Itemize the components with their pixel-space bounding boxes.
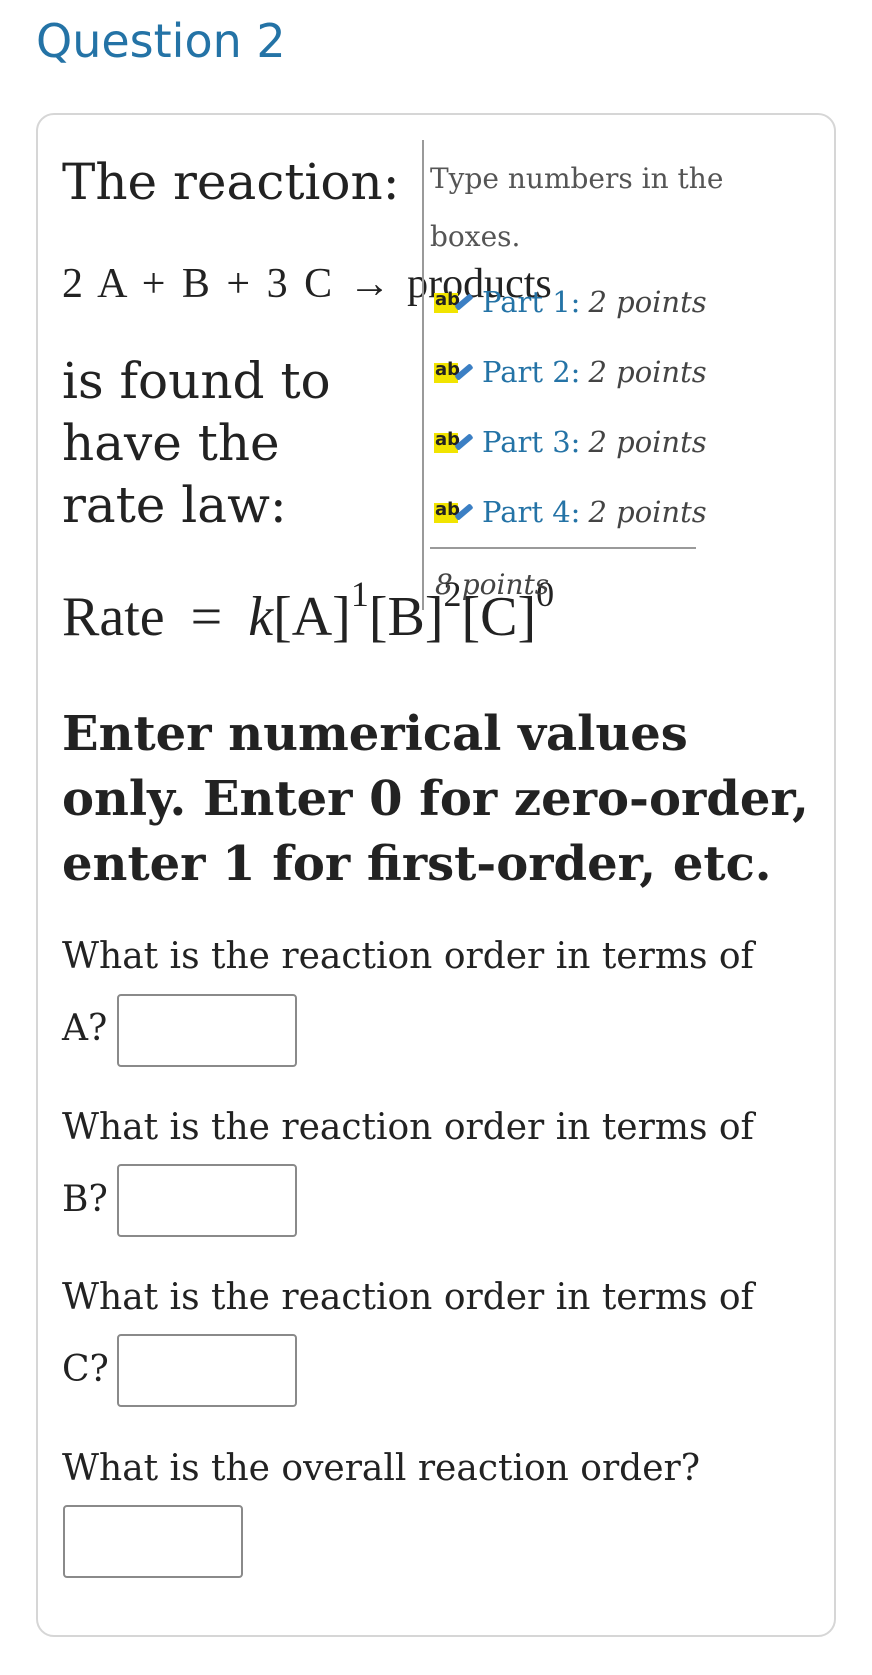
part-points: 2 points bbox=[588, 355, 707, 389]
panel-total-divider bbox=[430, 547, 696, 549]
instruction-text: Enter numerical values only. Enter 0 for… bbox=[62, 706, 809, 892]
total-points: 8 points bbox=[435, 568, 550, 601]
question-c-text: What is the reaction order in terms of bbox=[62, 1277, 754, 1318]
part-4-status[interactable]: ab Part 4: 2 points bbox=[434, 495, 707, 529]
ab-pencil-icon: ab bbox=[434, 499, 474, 525]
question-a-text: What is the reaction order in terms of bbox=[62, 936, 754, 977]
question-overall-text: What is the overall reaction order? bbox=[62, 1448, 701, 1489]
question-c-label: C? bbox=[62, 1349, 109, 1390]
part-1-status[interactable]: ab Part 1: 2 points bbox=[434, 285, 707, 319]
question-b-label: B? bbox=[62, 1179, 108, 1220]
exponent-a: 1 bbox=[350, 574, 369, 614]
part-2-status[interactable]: ab Part 2: 2 points bbox=[434, 355, 707, 389]
panel-hint: Type numbers in the boxes. bbox=[430, 162, 724, 253]
rate-label: Rate bbox=[62, 586, 165, 648]
ab-pencil-icon: ab bbox=[434, 359, 474, 385]
rate-law-intro: is found to have the rate law: bbox=[62, 352, 331, 534]
part-label: Part 4: bbox=[482, 495, 581, 529]
part-3-status[interactable]: ab Part 3: 2 points bbox=[434, 425, 707, 459]
question-title: Question 2 bbox=[36, 14, 286, 68]
order-b-input[interactable] bbox=[117, 1164, 297, 1237]
conc-b: [B] bbox=[368, 586, 444, 648]
panel-divider bbox=[422, 140, 424, 610]
order-a-input[interactable] bbox=[117, 994, 297, 1067]
equals-sign: = bbox=[190, 586, 223, 648]
rate-constant: k bbox=[248, 586, 274, 648]
conc-a: [A] bbox=[273, 586, 351, 648]
part-points: 2 points bbox=[588, 425, 707, 459]
part-points: 2 points bbox=[588, 285, 707, 319]
ab-pencil-icon: ab bbox=[434, 429, 474, 455]
part-points: 2 points bbox=[588, 495, 707, 529]
intro-text: The reaction: bbox=[62, 153, 400, 211]
ab-pencil-icon: ab bbox=[434, 289, 474, 315]
order-c-input[interactable] bbox=[117, 1334, 297, 1407]
part-label: Part 3: bbox=[482, 425, 581, 459]
overall-order-input[interactable] bbox=[63, 1505, 243, 1578]
part-label: Part 1: bbox=[482, 285, 581, 319]
question-b-text: What is the reaction order in terms of bbox=[62, 1107, 754, 1148]
part-label: Part 2: bbox=[482, 355, 581, 389]
question-a-label: A? bbox=[62, 1008, 108, 1049]
